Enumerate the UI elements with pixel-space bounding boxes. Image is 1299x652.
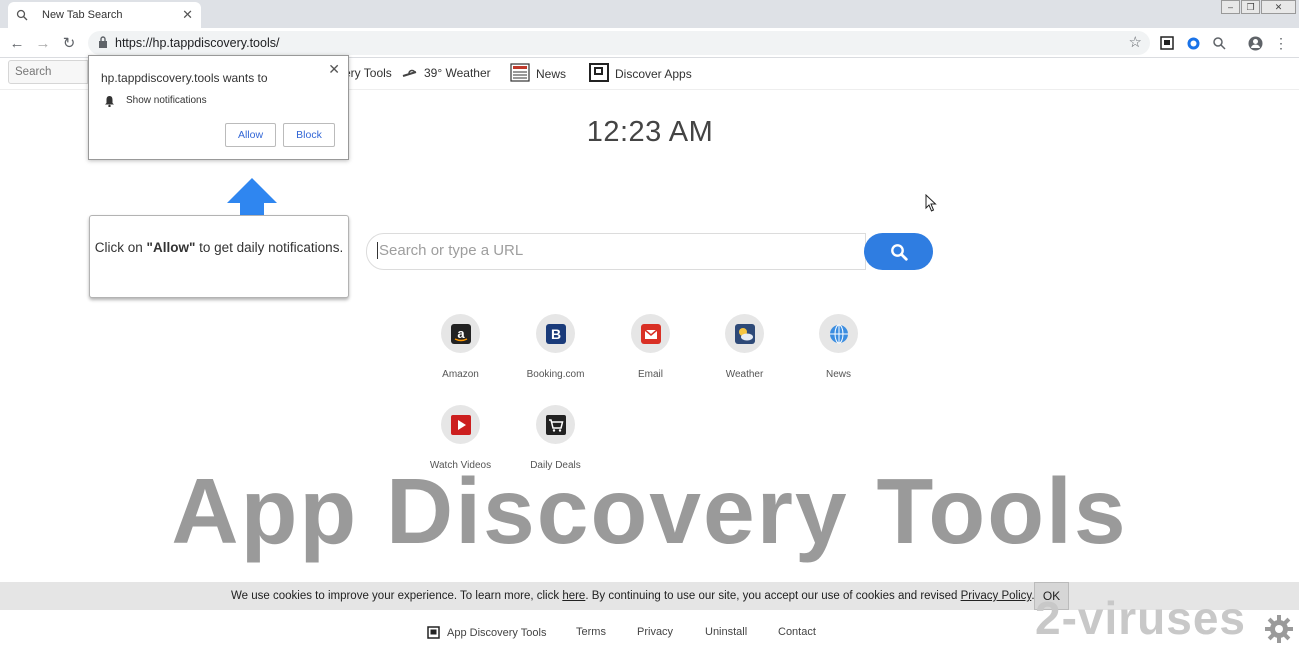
booking-icon: B: [545, 323, 566, 344]
discover-apps-icon: [589, 63, 609, 82]
weather-icon: [402, 69, 417, 77]
window-close-icon[interactable]: ✕: [1261, 0, 1296, 14]
block-button[interactable]: Block: [283, 123, 335, 147]
privacy-policy-link[interactable]: Privacy Policy: [961, 590, 1032, 602]
minimize-icon[interactable]: –: [1221, 0, 1240, 14]
search-placeholder: Search or type a URL: [377, 242, 524, 259]
close-tab-icon[interactable]: ✕: [182, 7, 193, 23]
search-button[interactable]: [864, 233, 933, 270]
extension-round-icon[interactable]: [1184, 34, 1202, 52]
browser-toolbar: ← → ↻ https://hp.tappdiscovery.tools/ ☆ …: [0, 28, 1299, 58]
email-icon: [640, 323, 661, 344]
footer-link-terms[interactable]: Terms: [576, 626, 606, 638]
app-discovery-logo-icon: [427, 626, 440, 639]
tile-label: Weather: [725, 369, 764, 380]
forward-icon[interactable]: →: [34, 34, 52, 52]
cookie-here-link[interactable]: here: [562, 590, 585, 602]
url-text: https://hp.tappdiscovery.tools/: [115, 36, 280, 50]
profile-icon[interactable]: [1246, 34, 1264, 52]
tile-amazon[interactable]: a Amazon: [413, 314, 508, 380]
header-link-app-discovery[interactable]: ery Tools: [344, 66, 392, 80]
main-search-input[interactable]: Search or type a URL: [366, 233, 866, 270]
extension-app-discovery-icon[interactable]: [1158, 34, 1176, 52]
tile-weather[interactable]: Weather: [697, 314, 792, 380]
header-link-discover-apps[interactable]: Discover Apps: [589, 63, 692, 82]
tile-news[interactable]: News: [791, 314, 886, 380]
search-icon: [890, 243, 908, 261]
popup-title: hp.tappdiscovery.tools wants to: [101, 71, 268, 85]
tile-label: News: [825, 369, 851, 380]
tile-label: Booking.com: [526, 369, 585, 380]
footer-link-uninstall[interactable]: Uninstall: [705, 626, 747, 638]
svg-text:a: a: [457, 326, 465, 341]
browser-tab[interactable]: New Tab Search ✕: [8, 2, 201, 28]
bell-icon: [105, 96, 114, 107]
zoom-icon[interactable]: [1210, 34, 1228, 52]
header-link-weather[interactable]: 39° Weather: [401, 66, 491, 80]
close-icon[interactable]: ✕: [328, 61, 340, 78]
reload-icon[interactable]: ↻: [60, 34, 78, 52]
svg-text:B: B: [550, 326, 560, 342]
lock-icon: [99, 36, 107, 48]
weather-icon: [734, 323, 755, 344]
header-link-news[interactable]: News: [510, 63, 566, 82]
notification-permission-popup: hp.tappdiscovery.tools wants to ✕ Show n…: [88, 55, 349, 160]
cookie-text: We use cookies to improve your experienc…: [231, 590, 1035, 602]
gear-icon: [1265, 615, 1293, 643]
tile-label: Amazon: [442, 369, 479, 380]
back-icon[interactable]: ←: [8, 34, 26, 52]
menu-dots-icon[interactable]: ⋮: [1272, 34, 1290, 52]
header-search-input[interactable]: Search: [8, 60, 88, 84]
permission-text: Show notifications: [126, 95, 207, 106]
shopping-cart-icon: [545, 414, 566, 435]
site-watermark: 2-viruses: [1035, 592, 1247, 644]
tab-strip: New Tab Search ✕ – ❐ ✕: [0, 0, 1299, 28]
allow-instruction-callout: Click on "Allow" to get daily notificati…: [89, 215, 349, 298]
mouse-cursor-icon: [925, 194, 937, 212]
tile-label: Email: [637, 369, 663, 380]
bookmark-star-icon[interactable]: ☆: [1129, 33, 1142, 51]
restore-icon[interactable]: ❐: [1241, 0, 1260, 14]
app-discovery-tools-watermark: App Discovery Tools: [171, 459, 1128, 563]
footer-link-contact[interactable]: Contact: [778, 626, 816, 638]
globe-icon: [829, 324, 848, 343]
clock: 12:23 AM: [586, 116, 714, 148]
tile-booking[interactable]: B Booking.com: [508, 314, 603, 380]
video-play-icon: [450, 414, 471, 435]
newspaper-icon: [510, 63, 530, 82]
footer-link-app-discovery-tools[interactable]: App Discovery Tools: [427, 626, 546, 639]
allow-button[interactable]: Allow: [225, 123, 276, 147]
tab-title: New Tab Search: [42, 9, 123, 21]
footer-link-privacy[interactable]: Privacy: [637, 626, 673, 638]
amazon-icon: a: [450, 323, 471, 344]
address-bar[interactable]: https://hp.tappdiscovery.tools/ ☆: [88, 31, 1150, 55]
search-icon: [16, 9, 28, 21]
tile-email[interactable]: Email: [603, 314, 698, 380]
